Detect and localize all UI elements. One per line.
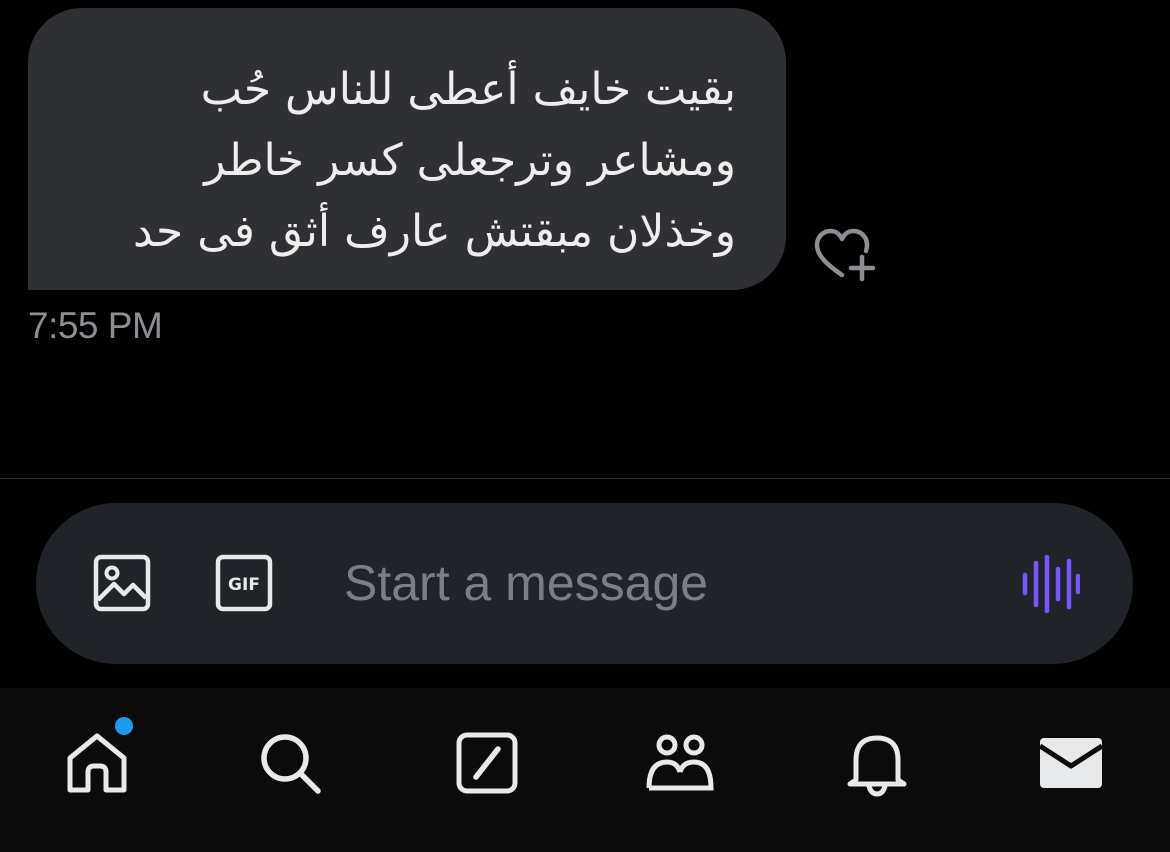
message-line: بقيت خايف أعطى للناس حُب [200,64,736,115]
tab-home[interactable] [62,714,136,798]
message-timestamp: 7:55 PM [28,305,163,346]
unread-dot [112,714,136,738]
divider [0,478,1170,479]
voice-waveform-icon[interactable] [1020,554,1081,614]
bell-icon [847,735,907,797]
image-icon[interactable] [92,553,152,613]
message-composer: GIF [36,503,1133,664]
tab-notifications[interactable] [842,728,912,798]
tab-messages[interactable] [1036,728,1106,798]
grok-icon [456,732,518,794]
tab-search[interactable] [255,728,325,798]
gif-icon[interactable]: GIF [214,553,274,613]
message-line: وخذلان مبقتش عارف أثق فى حد [132,206,736,257]
message-bubble[interactable]: بقيت خايف أعطى للناس حُب ومشاعر وترجعلى … [28,8,786,290]
message-line: ومشاعر وترجعلى كسر خاطر [204,135,736,186]
conversation-area: بقيت خايف أعطى للناس حُب ومشاعر وترجعلى … [0,0,1170,478]
tab-communities[interactable] [645,728,715,798]
tab-grok[interactable] [452,728,522,798]
gif-label: GIF [228,575,260,595]
communities-icon [646,734,714,791]
bottom-tab-bar [0,688,1170,852]
search-icon [261,734,321,794]
message-input[interactable] [344,543,964,623]
heart-plus-icon[interactable] [812,226,878,284]
envelope-icon [1038,738,1104,788]
home-icon [67,733,127,793]
